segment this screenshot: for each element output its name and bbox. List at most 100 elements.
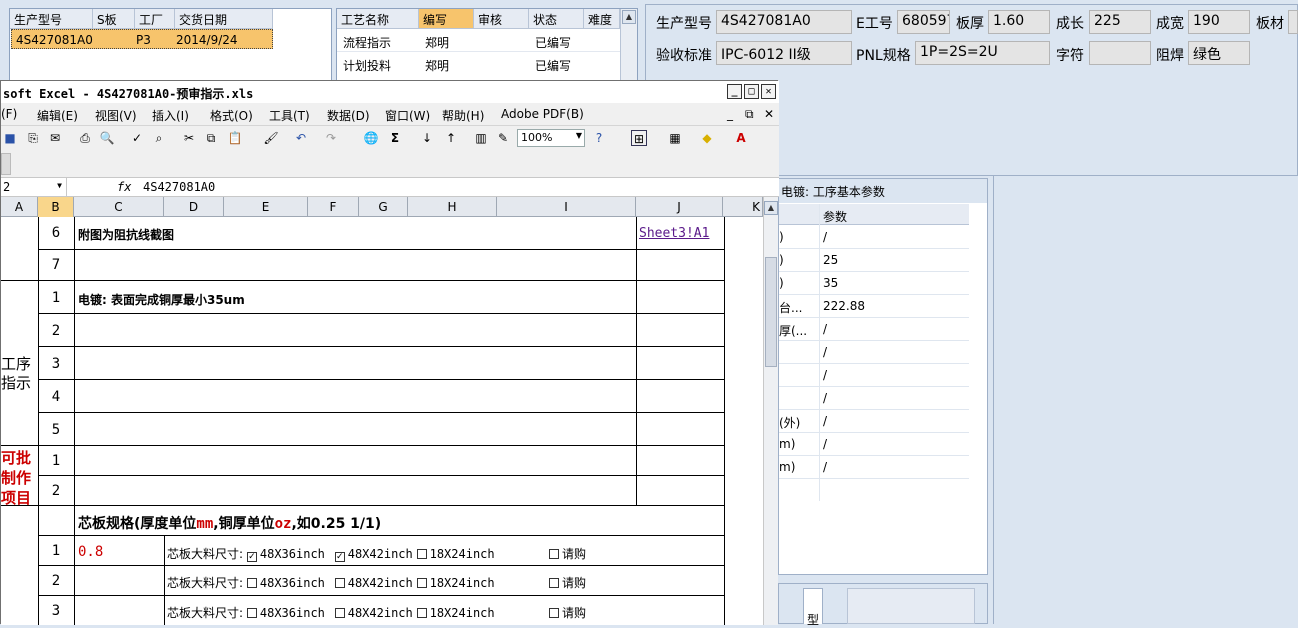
col-header-c[interactable]: C bbox=[74, 197, 164, 217]
col-header-i[interactable]: I bbox=[497, 197, 636, 217]
size-a-checkbox[interactable] bbox=[246, 578, 257, 588]
size-c-checkbox[interactable] bbox=[416, 578, 427, 588]
help-icon[interactable]: ? bbox=[591, 130, 607, 146]
hyperlink-icon[interactable]: 🌐 bbox=[363, 130, 379, 146]
menu-format[interactable]: 格式(O) bbox=[210, 107, 253, 124]
proc-col-writer[interactable]: 编写 bbox=[419, 9, 474, 29]
spelling-icon[interactable]: ✓ bbox=[129, 130, 145, 146]
save-icon[interactable]: ■ bbox=[2, 130, 18, 146]
sort-asc-icon[interactable]: ↓ bbox=[419, 130, 435, 146]
size-a-checkbox[interactable]: ✓ bbox=[246, 552, 257, 562]
col-header-d[interactable]: D bbox=[164, 197, 224, 217]
param-row[interactable]: ) / bbox=[779, 226, 969, 249]
core-size-row1[interactable]: 芯板大料尺寸: ✓ 48X36inch ✓ 48X42inch 18X24inch bbox=[167, 545, 495, 562]
width-field[interactable]: 190 bbox=[1188, 10, 1250, 34]
copy-icon[interactable]: ⧉ bbox=[203, 130, 219, 146]
col-header-k[interactable]: K bbox=[723, 197, 763, 217]
purchase-checkbox[interactable] bbox=[549, 608, 559, 618]
core-spec-title[interactable]: 芯板规格(厚度单位mm,铜厚单位oz,如0.25 1/1) bbox=[78, 513, 381, 533]
minimize-icon[interactable]: _ bbox=[727, 84, 742, 99]
sort-desc-icon[interactable]: ↑ bbox=[443, 130, 459, 146]
scroll-up-icon[interactable]: ▲ bbox=[764, 201, 778, 215]
doc-restore-icon[interactable]: ⧉ bbox=[745, 107, 754, 122]
param-row[interactable]: (外) / bbox=[779, 410, 969, 433]
permission-icon[interactable]: ⎘ bbox=[25, 130, 41, 146]
purchase-checkbox[interactable] bbox=[549, 549, 559, 559]
size-c-checkbox[interactable] bbox=[416, 549, 427, 559]
format-painter-icon[interactable]: 🖌 bbox=[263, 130, 279, 146]
purchase-row2[interactable]: 请购 bbox=[549, 574, 586, 591]
name-box[interactable]: 2 ▼ bbox=[1, 178, 67, 196]
param-row[interactable]: ) 25 bbox=[779, 249, 969, 272]
purchase-row1[interactable]: 请购 bbox=[549, 545, 586, 562]
size-c-checkbox[interactable] bbox=[416, 608, 427, 618]
menu-edit[interactable]: 编辑(E) bbox=[37, 107, 78, 124]
menu-adobe-pdf[interactable]: Adobe PDF(B) bbox=[501, 107, 584, 121]
formula-input[interactable]: 4S427081A0 bbox=[143, 180, 215, 194]
param-row[interactable]: / bbox=[779, 364, 969, 387]
cell-sheet3-link[interactable]: Sheet3!A1 bbox=[639, 226, 709, 241]
menu-data[interactable]: 数据(D) bbox=[327, 107, 370, 124]
col-header-h[interactable]: H bbox=[408, 197, 497, 217]
col-header-e[interactable]: E bbox=[224, 197, 308, 217]
core-size-row2[interactable]: 芯板大料尺寸: 48X36inch 48X42inch 18X24inch bbox=[167, 574, 495, 591]
order-col-model[interactable]: 生产型号 bbox=[10, 9, 93, 29]
tab-placeholder[interactable] bbox=[847, 588, 975, 624]
length-field[interactable]: 225 bbox=[1089, 10, 1151, 34]
paste-icon[interactable]: 📋 bbox=[227, 130, 243, 146]
order-col-s[interactable]: S板 bbox=[93, 9, 135, 29]
zoom-select[interactable]: 100% ▼ bbox=[517, 129, 585, 147]
order-grid[interactable]: 生产型号 S板 工厂 交货日期 4S427081A0 P3 2014/9/24 bbox=[9, 8, 332, 84]
param-row[interactable]: 台... 222.88 bbox=[779, 295, 969, 318]
fx-icon[interactable]: fx bbox=[117, 180, 131, 194]
sheet-scrollbar[interactable]: ▲ bbox=[763, 197, 778, 625]
param-row[interactable]: ) 35 bbox=[779, 272, 969, 295]
char-field[interactable] bbox=[1089, 41, 1151, 65]
order-col-factory[interactable]: 工厂 bbox=[135, 9, 175, 29]
proc-col-status[interactable]: 状态 bbox=[529, 9, 584, 29]
chart-wizard-icon[interactable]: ▥ bbox=[473, 130, 489, 146]
model-field[interactable]: 4S427081A0 bbox=[716, 10, 852, 34]
menu-view[interactable]: 视图(V) bbox=[95, 107, 137, 124]
mask-field[interactable]: 绿色 bbox=[1188, 41, 1250, 65]
col-header-b[interactable]: B bbox=[38, 197, 74, 217]
menu-insert[interactable]: 插入(I) bbox=[152, 107, 189, 124]
param-row[interactable]: m) / bbox=[779, 456, 969, 479]
core-size-row3[interactable]: 芯板大料尺寸: 48X36inch 48X42inch 18X24inch bbox=[167, 604, 495, 621]
undo-icon[interactable]: ↶ bbox=[293, 130, 309, 146]
cell-plating-note[interactable]: 电镀: 表面完成铜厚最小35um bbox=[78, 291, 245, 308]
scroll-up-icon[interactable]: ▲ bbox=[622, 10, 636, 24]
core-thickness-value[interactable]: 0.8 bbox=[78, 544, 103, 560]
process-grid[interactable]: 工艺名称 编写 审核 状态 难度 流程指示 郑明 已编写 计划投料 郑明 已编写… bbox=[336, 8, 638, 84]
autosum-icon[interactable]: Σ bbox=[387, 130, 403, 146]
proc-col-name[interactable]: 工艺名称 bbox=[337, 9, 419, 29]
maximize-icon[interactable]: □ bbox=[744, 84, 759, 99]
toolbar-handle-icon[interactable] bbox=[1, 153, 11, 175]
param-row[interactable]: / bbox=[779, 387, 969, 410]
thickness-field[interactable]: 1.60 bbox=[988, 10, 1050, 34]
doc-close-icon[interactable]: ✕ bbox=[764, 107, 774, 121]
email-icon[interactable]: ✉ bbox=[47, 130, 63, 146]
menu-help[interactable]: 帮助(H) bbox=[442, 107, 484, 124]
size-b-checkbox[interactable]: ✓ bbox=[334, 552, 345, 562]
pnl-field[interactable]: 1P=2S=2U bbox=[915, 41, 1050, 65]
standard-field[interactable]: IPC-6012 II级 bbox=[716, 41, 852, 65]
col-header-g[interactable]: G bbox=[359, 197, 408, 217]
print-icon[interactable]: ⎙ bbox=[77, 130, 93, 146]
col-header-j[interactable]: J bbox=[636, 197, 723, 217]
material-field[interactable] bbox=[1288, 10, 1298, 34]
drawing-icon[interactable]: ✎ bbox=[495, 130, 511, 146]
param-row[interactable]: / bbox=[779, 341, 969, 364]
size-b-checkbox[interactable] bbox=[334, 608, 345, 618]
menu-tools[interactable]: 工具(T) bbox=[269, 107, 310, 124]
proc-scrollbar[interactable]: ▲ bbox=[620, 9, 637, 83]
tab-model[interactable]: 型 bbox=[803, 588, 823, 627]
print-preview-icon[interactable]: 🔍 bbox=[99, 130, 115, 146]
size-b-checkbox[interactable] bbox=[334, 578, 345, 588]
col-header-f[interactable]: F bbox=[308, 197, 359, 217]
cut-icon[interactable]: ✂ bbox=[181, 130, 197, 146]
fill-color-icon[interactable]: ◆ bbox=[699, 130, 715, 146]
order-col-date[interactable]: 交货日期 bbox=[175, 9, 273, 29]
excel-title-bar[interactable]: soft Excel - 4S427081A0-预审指示.xls _ □ ✕ bbox=[1, 81, 779, 103]
merge-center-icon[interactable]: ⊞ bbox=[631, 130, 647, 146]
